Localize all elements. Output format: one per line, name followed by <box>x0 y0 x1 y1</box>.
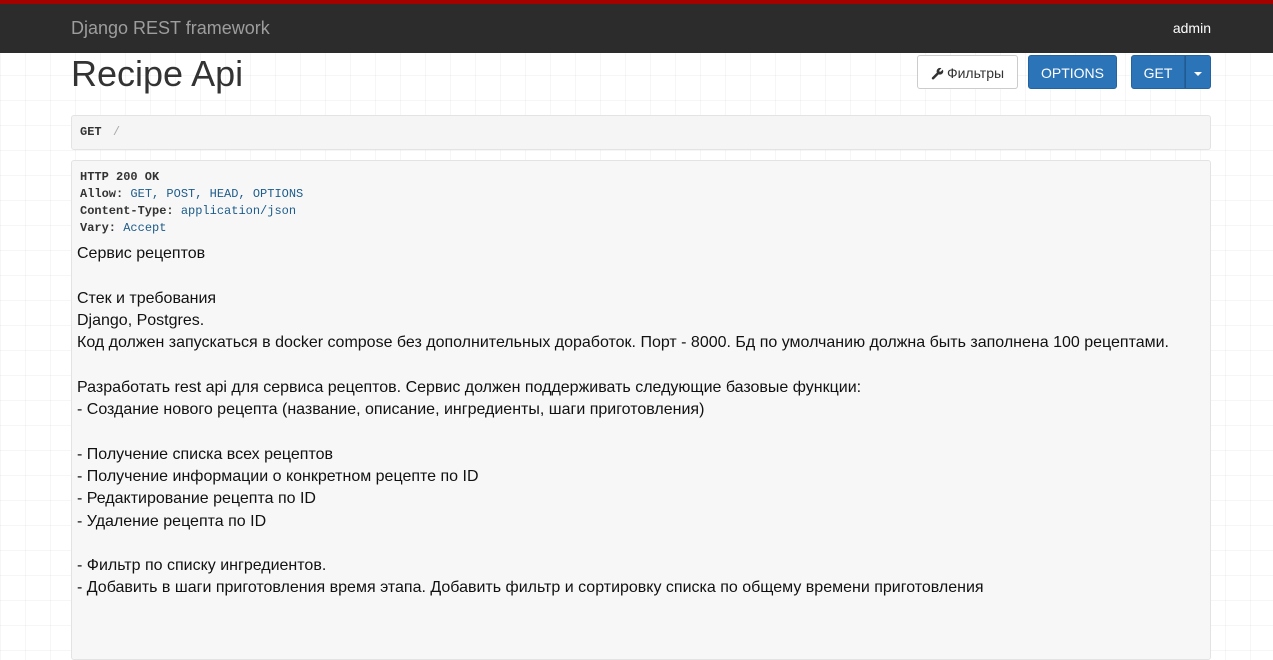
response-headers: HTTP 200 OK Allow: GET, POST, HEAD, OPTI… <box>80 169 303 237</box>
options-button[interactable]: OPTIONS <box>1028 55 1117 89</box>
response-status: HTTP 200 OK <box>80 170 160 184</box>
description-line: Код должен запускаться в docker compose … <box>77 334 1169 352</box>
header-line: Allow: GET, POST, HEAD, OPTIONS <box>80 186 303 203</box>
description-line: - Удаление рецепта по ID <box>77 512 267 530</box>
api-description: Сервис рецептов Стек и требования Django… <box>77 243 1207 600</box>
request-info: GET / <box>71 115 1211 150</box>
header-value: application/json <box>180 204 297 218</box>
description-line: Django, Postgres. <box>77 311 205 329</box>
description-line: - Добавить в шаги приготовления время эт… <box>77 579 984 597</box>
description-line <box>77 354 1207 376</box>
description-line <box>77 533 1207 555</box>
get-button[interactable]: GET <box>1131 55 1185 89</box>
description-line: - Создание нового рецепта (название, опи… <box>77 401 705 419</box>
request-path: / <box>112 125 121 139</box>
get-format-dropdown[interactable] <box>1185 55 1211 89</box>
description-line: - Редактирование рецепта по ID <box>77 490 316 508</box>
header-name: Allow: <box>80 187 124 201</box>
request-method: GET <box>80 125 102 139</box>
page-title: Recipe Api <box>71 53 244 94</box>
filters-button[interactable]: Фильтры <box>917 55 1018 89</box>
user-menu[interactable]: admin <box>1173 20 1211 36</box>
header-name: Vary: <box>80 221 117 235</box>
description-line: Сервис рецептов <box>77 245 206 262</box>
header-value: GET, POST, HEAD, OPTIONS <box>130 187 304 201</box>
header-name: Content-Type: <box>80 204 174 218</box>
header-line: Content-Type: application/json <box>80 203 303 220</box>
description-line: Стек и требования <box>77 289 217 307</box>
caret-down-icon <box>1194 72 1202 77</box>
description-line <box>77 421 1207 443</box>
description-line: - Получение списка всех рецептов <box>77 445 334 463</box>
header-line: Vary: Accept <box>80 220 303 237</box>
navbar: Django REST framework admin <box>0 0 1273 53</box>
description-line: - Фильтр по списку ингредиентов. <box>77 557 327 575</box>
filters-label: Фильтры <box>946 65 1005 81</box>
response-panel: HTTP 200 OK Allow: GET, POST, HEAD, OPTI… <box>71 160 1211 660</box>
header-value: Accept <box>123 221 167 235</box>
description-line: Разработать rest api для сервиса рецепто… <box>77 378 862 396</box>
brand-link[interactable]: Django REST framework <box>71 18 270 39</box>
description-line <box>77 265 1207 287</box>
description-line: - Получение информации о конкретном реце… <box>77 467 479 485</box>
wrench-icon <box>931 59 944 91</box>
